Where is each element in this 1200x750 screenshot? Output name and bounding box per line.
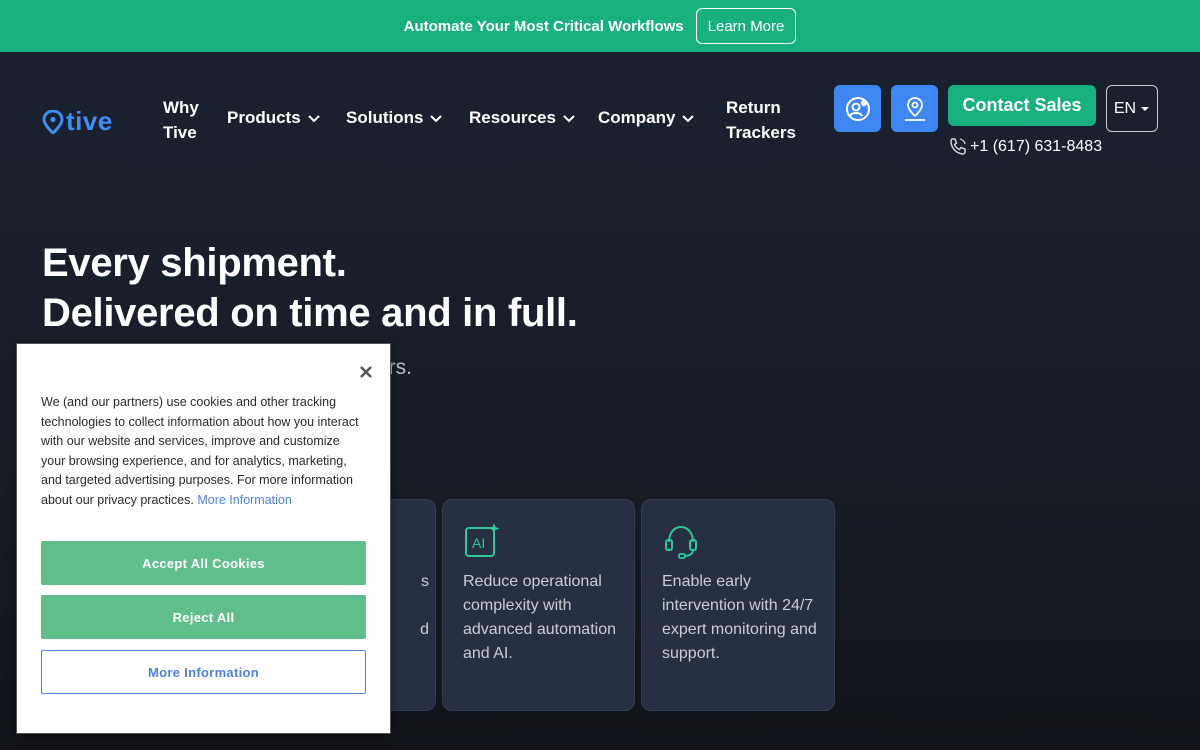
phone-number: +1 (617) 631-8483 [970, 138, 1103, 155]
cookie-policy-text: We (and our partners) use cookies and ot… [41, 395, 359, 507]
language-selector[interactable]: EN [1106, 85, 1158, 132]
close-icon [360, 366, 372, 378]
nav-return-trackers[interactable]: Return Trackers [726, 95, 796, 145]
nav-products[interactable]: Products [227, 108, 321, 128]
caret-down-icon [1141, 106, 1150, 111]
nav-solutions[interactable]: Solutions [346, 108, 443, 128]
phone-link[interactable]: +1 (617) 631-8483 [948, 136, 1102, 158]
phone-icon [950, 138, 966, 155]
nav-resources[interactable]: Resources [469, 108, 576, 128]
chevron-down-icon [682, 115, 695, 123]
hero-title-line1: Every shipment. [42, 241, 347, 285]
hero-title-line2: Delivered on time and in full. [42, 291, 578, 335]
svg-text:AI: AI [472, 535, 485, 551]
feature-card-monitoring: Enable early intervention with 24/7 expe… [641, 499, 835, 711]
accept-all-cookies-button[interactable]: Accept All Cookies [41, 541, 366, 585]
banner-text: Automate Your Most Critical Workflows [403, 17, 684, 35]
contact-sales-button[interactable]: Contact Sales [948, 85, 1096, 126]
chevron-down-icon [307, 115, 320, 123]
feature-card-text: Enable early intervention with 24/7 expe… [662, 573, 817, 662]
ai-sparkle-icon: AI [465, 523, 500, 557]
logo-wordmark: tive [66, 106, 113, 136]
reject-all-button[interactable]: Reject All [41, 595, 366, 639]
feature-card-text: Reduce operational complexity with advan… [463, 573, 616, 662]
tracking-location-button[interactable] [891, 85, 938, 132]
user-circle-icon [845, 96, 870, 121]
more-information-link[interactable]: More Information [197, 493, 291, 507]
nav-company-label: Company [598, 108, 676, 127]
location-pin-icon [42, 109, 64, 134]
map-pin-icon [904, 96, 925, 121]
more-information-button[interactable]: More Information [41, 650, 366, 694]
language-label: EN [1113, 99, 1137, 117]
top-announcement-banner: Automate Your Most Critical Workflows Le… [0, 0, 1200, 52]
headset-icon [665, 525, 697, 559]
user-account-button[interactable] [834, 85, 881, 132]
hero-title: Every shipment. Delivered on time and in… [42, 238, 578, 338]
learn-more-button[interactable]: Learn More [695, 8, 797, 44]
nav-why-tive[interactable]: Why Tive [163, 95, 199, 145]
tive-logo[interactable]: tive [42, 106, 113, 137]
nav-company[interactable]: Company [598, 108, 695, 128]
nav-resources-label: Resources [469, 108, 556, 127]
feature-card-automation: AI Reduce operational complexity with ad… [442, 499, 635, 711]
cookie-consent-dialog: We (and our partners) use cookies and ot… [16, 343, 391, 734]
nav-products-label: Products [227, 108, 301, 127]
nav-solutions-label: Solutions [346, 108, 424, 127]
close-cookie-button[interactable] [356, 362, 376, 382]
chevron-down-icon [563, 115, 575, 123]
chevron-down-icon [430, 115, 443, 123]
